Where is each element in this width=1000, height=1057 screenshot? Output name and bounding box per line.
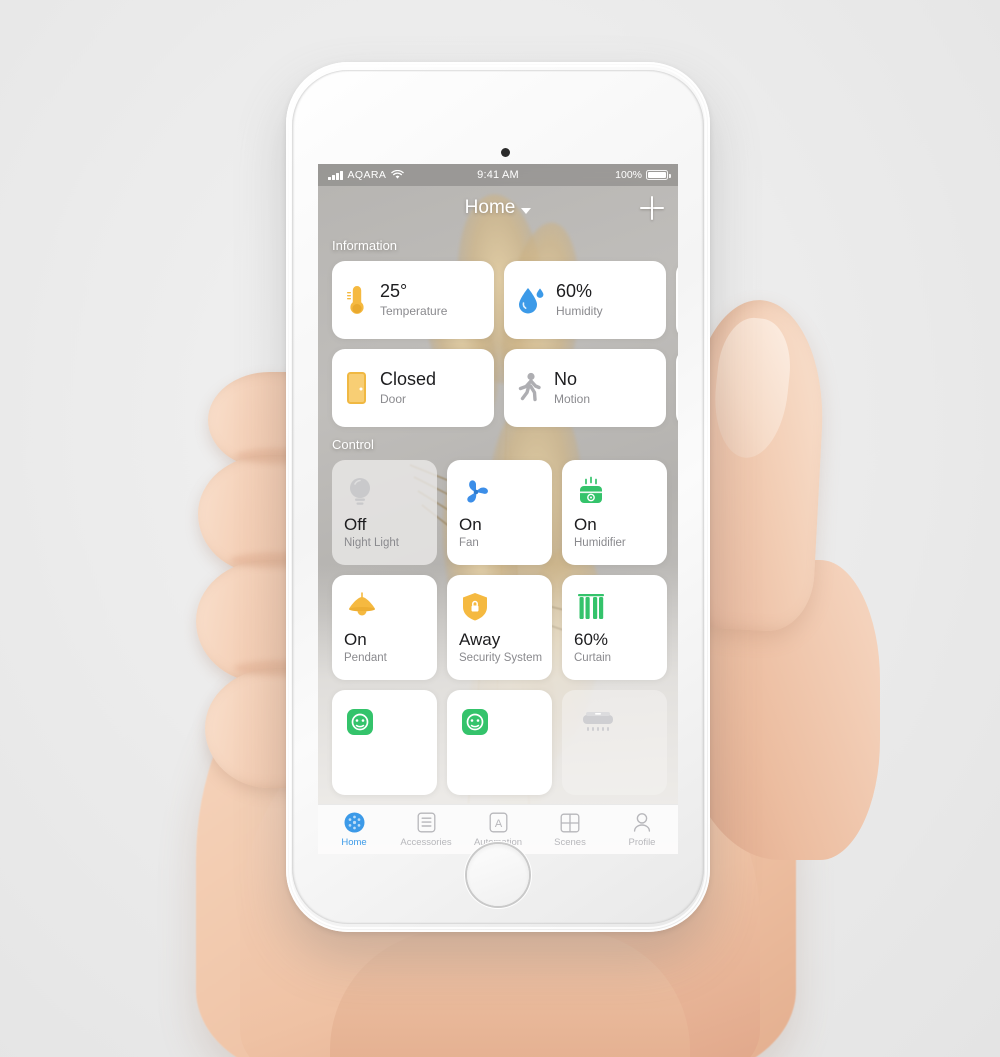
control-card-fan[interactable]: On Fan [447, 460, 552, 565]
control-card-security-system[interactable]: Away Security System [447, 575, 552, 680]
wifi-icon [391, 170, 405, 179]
svg-text:A: A [494, 818, 502, 830]
control-label: Fan [459, 536, 479, 549]
phone-screen: AQARA 9:41 AM 100% Home Information 25° … [318, 164, 678, 854]
control-card-pendant[interactable]: On Pendant [332, 575, 437, 680]
water-drop-icon [519, 288, 544, 314]
chevron-down-icon [521, 208, 532, 214]
info-value: 25° [380, 280, 408, 301]
control-label: Curtain [574, 651, 612, 664]
proximity-sensor-icon [501, 148, 510, 157]
info-value: Closed [380, 368, 437, 389]
phone-device: AQARA 9:41 AM 100% Home Information 25° … [286, 62, 710, 932]
carrier-label: AQARA [347, 169, 387, 181]
tab-label: Profile [628, 836, 656, 848]
info-value: No [554, 368, 578, 389]
info-label: Temperature [380, 304, 448, 319]
tab-home[interactable]: Home [318, 812, 390, 848]
control-card-night-light[interactable]: Off Night Light [332, 460, 437, 565]
tab-label: Home [341, 836, 367, 848]
list-icon [417, 812, 436, 834]
tab-label: Accessories [400, 836, 452, 848]
tab-accessories[interactable]: Accessories [390, 812, 462, 848]
person-icon [632, 812, 652, 834]
power-socket-icon [347, 709, 373, 735]
info-label: Humidity [556, 304, 603, 319]
clock-label: 9:41 AM [477, 169, 519, 181]
info-card-humidity[interactable]: 60% Humidity [504, 261, 666, 339]
control-value: On [574, 515, 597, 534]
battery-percent-label: 100% [615, 169, 643, 181]
power-socket-icon [462, 709, 488, 735]
control-value: On [459, 515, 482, 534]
control-label: Humidifier [574, 536, 626, 549]
humidifier-icon [580, 476, 602, 503]
light-bulb-icon [350, 478, 370, 505]
section-title-control: Control [332, 437, 374, 452]
tab-automation[interactable]: A Automation [462, 812, 534, 848]
info-card-temperature[interactable]: 25° Temperature [332, 261, 494, 339]
info-card-partial[interactable] [676, 261, 678, 339]
page-title: Home [464, 197, 516, 218]
info-value: 60% [556, 280, 593, 301]
nav-bar: Home [318, 186, 678, 230]
control-value: On [344, 630, 367, 649]
control-card-humidifier[interactable]: On Humidifier [562, 460, 667, 565]
door-icon [347, 372, 366, 404]
grid-icon [560, 812, 580, 834]
fan-icon [467, 480, 488, 503]
control-row-2: On Pendant Away Security System 60% Curt… [318, 575, 678, 680]
control-label: Security System [459, 651, 543, 664]
control-label: Night Light [344, 536, 399, 549]
information-row-2: Closed Door No Motion [318, 349, 678, 427]
info-label: Motion [554, 392, 591, 407]
home-selector[interactable]: Home [465, 197, 532, 219]
add-button[interactable] [640, 196, 664, 220]
battery-icon [646, 170, 671, 180]
thermometer-icon [347, 286, 364, 314]
control-card-socket-2[interactable] [447, 690, 552, 795]
info-card-door[interactable]: Closed Door [332, 349, 494, 427]
control-card-curtain[interactable]: 60% Curtain [562, 575, 667, 680]
tab-label: Scenes [554, 836, 586, 848]
tab-scenes[interactable]: Scenes [534, 812, 606, 848]
thumb-base [680, 560, 880, 860]
gateway-icon [583, 712, 613, 731]
home-button[interactable] [467, 844, 529, 906]
wrist [330, 930, 690, 1057]
signal-bars-icon [328, 170, 343, 180]
section-title-information: Information [332, 238, 398, 253]
home-content: Information 25° Temperature 60% Humidity… [318, 230, 678, 804]
control-label: Pendant [344, 651, 387, 664]
information-row-1: 25° Temperature 60% Humidity [318, 261, 678, 339]
control-card-gateway[interactable] [562, 690, 667, 795]
status-bar: AQARA 9:41 AM 100% [318, 164, 678, 186]
pendant-lamp-icon [349, 592, 375, 616]
info-label: Door [380, 392, 407, 407]
tab-profile[interactable]: Profile [606, 812, 678, 848]
motion-sensor-icon [518, 372, 541, 402]
control-value: Off [344, 515, 367, 534]
control-card-socket-1[interactable] [332, 690, 437, 795]
thumb-nail [708, 314, 796, 462]
control-row-3 [318, 690, 678, 795]
control-value: 60% [574, 630, 609, 649]
home-dots-icon [344, 812, 365, 834]
curtain-icon [578, 594, 604, 619]
control-value: Away [459, 630, 501, 649]
info-card-motion[interactable]: No Motion [504, 349, 666, 427]
letter-a-icon: A [489, 812, 508, 834]
info-card-partial[interactable] [676, 349, 678, 427]
control-row-1: Off Night Light On Fan On Humidifier [318, 460, 678, 565]
shield-lock-icon [463, 593, 487, 621]
